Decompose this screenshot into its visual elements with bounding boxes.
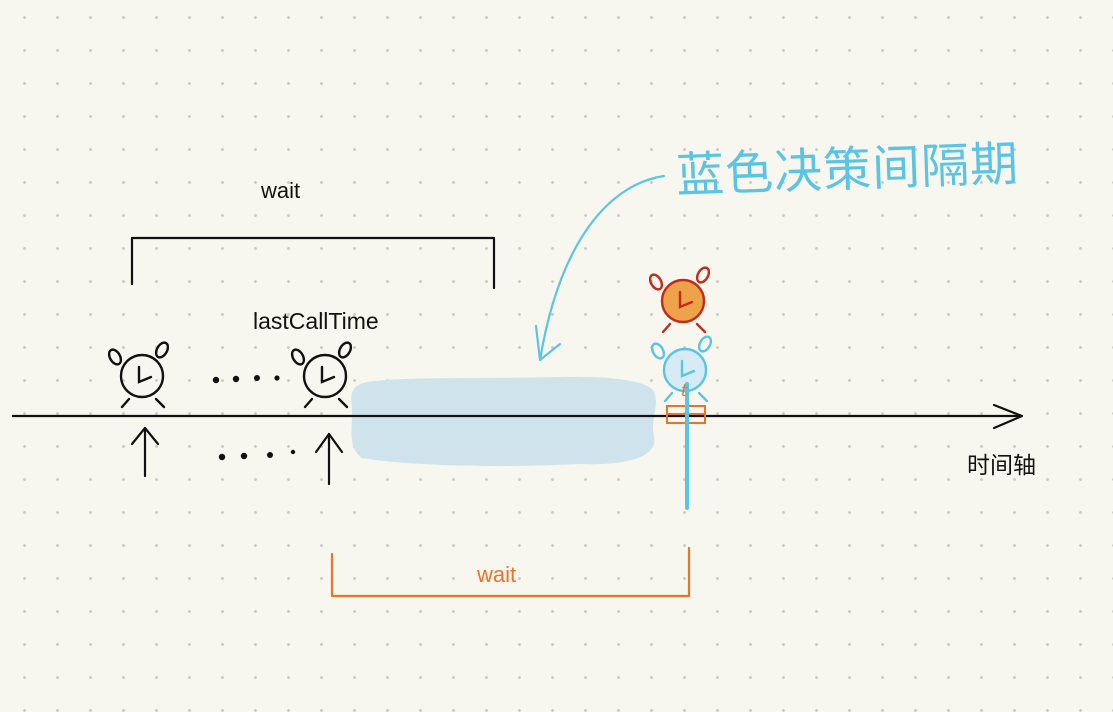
curved-arrow-icon (534, 174, 666, 362)
wait-label-bottom: wait (477, 562, 517, 587)
arrow-up-icon (130, 426, 160, 478)
alarm-clock-icon (107, 341, 170, 409)
t-label: t (681, 381, 688, 401)
throttle-timeline-diagram (12, 174, 1024, 598)
time-axis-label: 时间轴 (967, 452, 1036, 478)
wait-bracket-top (130, 236, 496, 290)
alarm-clock-icon (290, 341, 353, 409)
blue-decision-interval-label: 蓝色决策间隔期 (675, 136, 1020, 204)
alarm-clock-icon (648, 266, 711, 334)
ellipsis-dots-upper (212, 375, 280, 384)
arrow-up-icon (314, 432, 344, 486)
ellipsis-dots-lower (218, 449, 296, 461)
blue-decision-interval-region (351, 376, 656, 466)
wait-label-top: wait (261, 178, 301, 203)
last-call-time-label: lastCallTime (253, 308, 379, 334)
